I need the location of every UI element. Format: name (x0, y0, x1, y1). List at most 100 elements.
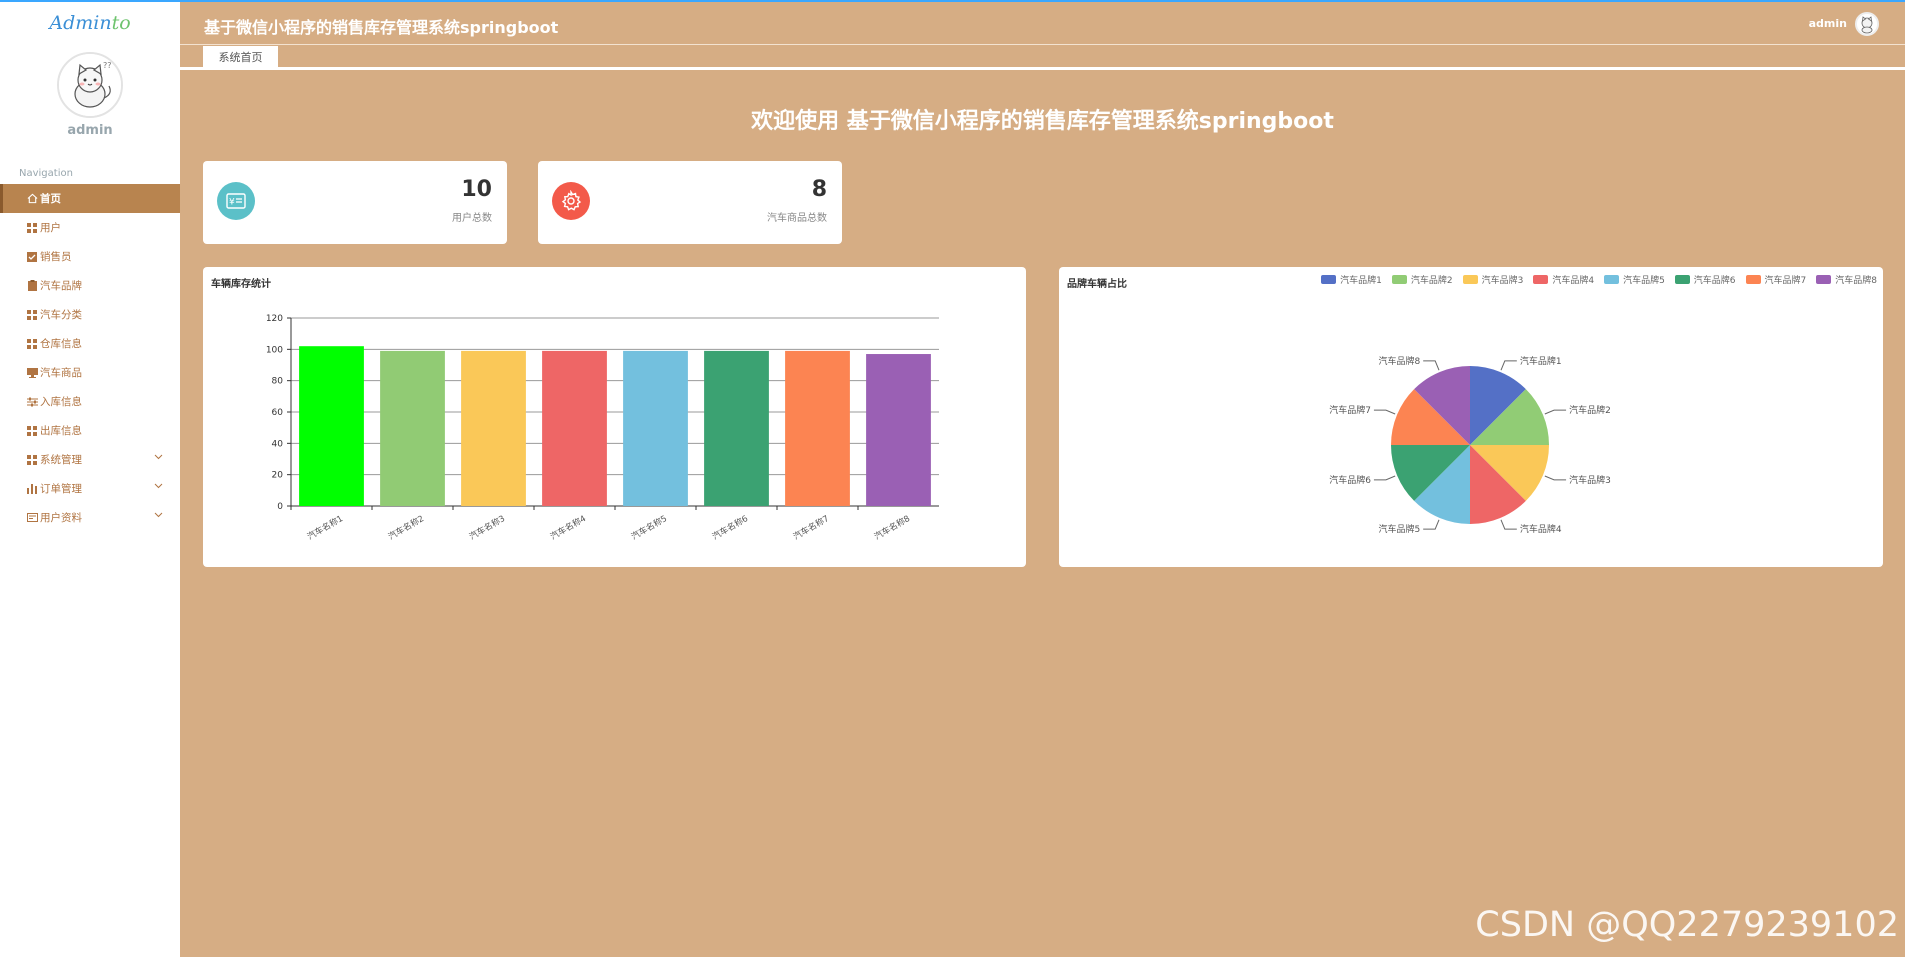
sidebar-item-car-brand[interactable]: 汽车品牌 (0, 271, 180, 300)
stat-label: 用户总数 (452, 213, 492, 224)
x-tick-label: 汽车名称8 (872, 513, 912, 542)
y-tick-label: 120 (266, 314, 283, 324)
bar-chart-icon (25, 483, 39, 494)
sidebar-item-home[interactable]: 首页 (0, 184, 180, 213)
bar (542, 350, 607, 506)
sidebar-username: admin (67, 123, 113, 138)
sliders-icon (25, 397, 39, 407)
sidebar-item-label: 系统管理 (40, 454, 82, 466)
sidebar-item-order-management[interactable]: 订单管理 (0, 474, 180, 503)
topbar: 基于微信小程序的销售库存管理系统springboot admin (180, 0, 1905, 44)
sidebar-item-label: 用户 (40, 222, 61, 234)
pie-label-line (1373, 475, 1396, 481)
pie-label: 汽车品牌6 (1329, 474, 1371, 486)
pie-label-line (1373, 409, 1396, 415)
legend-item[interactable]: 汽车品牌7 (1745, 273, 1806, 286)
topbar-avatar[interactable] (1855, 12, 1879, 36)
grid-icon (25, 454, 39, 465)
legend-swatch (1816, 275, 1832, 284)
topbar-username[interactable]: admin (1809, 17, 1847, 30)
pie-chart: 汽车品牌1 汽车品牌2 汽车品牌3 汽车品牌4 汽车品牌5 汽车品牌6 汽车品牌7 汽车品牌8 (1329, 355, 1611, 535)
pie-label: 汽车品牌8 (1378, 355, 1420, 367)
legend-swatch (1674, 275, 1690, 284)
sidebar-item-label: 首页 (40, 193, 61, 205)
bar (380, 350, 445, 506)
gear-icon (552, 182, 590, 220)
legend-label: 汽车品牌6 (1693, 276, 1736, 286)
grid-icon (25, 425, 39, 436)
app-logo[interactable]: Adminto (0, 12, 180, 34)
sidebar-item-car-products[interactable]: 汽车商品 (0, 358, 180, 387)
sidebar-item-label: 汽车商品 (40, 367, 82, 379)
sidebar-item-inbound[interactable]: 入库信息 (0, 387, 180, 416)
logo-accent: to (111, 12, 131, 34)
pie-label-line (1544, 409, 1567, 415)
legend-swatch (1321, 275, 1337, 284)
welcome-heading: 欢迎使用 基于微信小程序的销售库存管理系统springboot (751, 109, 1334, 134)
grid-icon (25, 222, 39, 233)
pie-label: 汽车品牌1 (1520, 355, 1562, 367)
sidebar-item-system-management[interactable]: 系统管理 (0, 445, 180, 474)
chart-legend: 汽车品牌1 汽车品牌2 汽车品牌3 汽车品牌4 汽车品牌5 汽车品牌6 汽车品牌7 汽车品牌8 (1321, 273, 1877, 286)
legend-item[interactable]: 汽车品牌1 (1321, 273, 1382, 286)
chart-title: 车辆库存统计 (211, 279, 271, 290)
sidebar-item-outbound[interactable]: 出库信息 (0, 416, 180, 445)
chevron-down-icon (154, 511, 163, 521)
pie-label-line (1423, 360, 1440, 371)
grid-icon (25, 309, 39, 320)
legend-swatch (1604, 275, 1620, 284)
y-tick-label: 80 (272, 377, 284, 387)
cat-avatar-icon: ?? (59, 54, 121, 116)
legend-item[interactable]: 汽车品牌6 (1674, 273, 1736, 286)
svg-text:??: ?? (103, 61, 112, 70)
tab-bar-underline (180, 67, 1905, 70)
bar (866, 354, 931, 506)
cat-avatar-icon (1857, 14, 1877, 34)
pie-label: 汽车品牌7 (1329, 404, 1371, 416)
y-tick-label: 40 (272, 439, 284, 449)
tab-system-home[interactable]: 系统首页 (203, 46, 278, 68)
watermark: CSDN @QQ2279239102 (1475, 905, 1899, 945)
pie-label: 汽车品牌2 (1569, 404, 1611, 416)
legend-item[interactable]: 汽车品牌2 (1391, 273, 1453, 286)
bar (461, 350, 526, 506)
brand-pie-chart-panel: 品牌车辆占比 汽车品牌1 汽车品牌2 汽车品牌3 汽车品牌4 汽车品牌5 汽车品牌6 汽车品… (1059, 267, 1883, 567)
pie-label-line (1500, 360, 1517, 371)
chevron-down-icon (154, 482, 163, 492)
sidebar-item-warehouse[interactable]: 仓库信息 (0, 329, 180, 358)
sidebar-item-user-profile[interactable]: 用户资料 (0, 503, 180, 532)
legend-label: 汽车品牌8 (1835, 276, 1877, 286)
avatar[interactable]: ?? (57, 52, 123, 118)
id-card-icon (25, 513, 39, 522)
pie-label: 汽车品牌4 (1520, 523, 1562, 535)
legend-item[interactable]: 汽车品牌3 (1462, 273, 1524, 286)
chart-title: 品牌车辆占比 (1067, 279, 1127, 290)
legend-item[interactable]: 汽车品牌5 (1604, 273, 1665, 286)
legend-swatch (1462, 275, 1478, 284)
clipboard-icon (25, 280, 39, 291)
sidebar-item-label: 汽车品牌 (40, 280, 82, 292)
sidebar-item-salesperson[interactable]: 销售员 (0, 242, 180, 271)
legend-label: 汽车品牌3 (1481, 276, 1524, 286)
legend-label: 汽车品牌1 (1340, 276, 1382, 286)
legend-swatch (1391, 275, 1407, 284)
pie-label: 汽车品牌5 (1378, 523, 1420, 535)
legend-swatch (1745, 275, 1761, 284)
sidebar-item-users[interactable]: 用户 (0, 213, 180, 242)
y-tick-label: 0 (277, 502, 283, 512)
y-tick-label: 100 (266, 345, 283, 355)
system-title: 基于微信小程序的销售库存管理系统springboot (204, 18, 559, 37)
bar (299, 346, 364, 506)
x-tick-label: 汽车名称3 (467, 513, 507, 542)
x-tick-label: 汽车名称2 (386, 513, 426, 542)
legend-item[interactable]: 汽车品牌8 (1816, 273, 1877, 286)
legend-item[interactable]: 汽车品牌4 (1533, 273, 1594, 286)
sidebar: Adminto ?? admin Navigation 首页 用户 销售员 汽车… (0, 0, 180, 957)
nav-section-title: Navigation (19, 168, 73, 179)
pie-label: 汽车品牌3 (1569, 474, 1611, 486)
legend-label: 汽车品牌2 (1410, 276, 1453, 286)
sidebar-item-car-category[interactable]: 汽车分类 (0, 300, 180, 329)
legend-label: 汽车品牌4 (1552, 276, 1595, 286)
bar (704, 350, 769, 506)
stat-value: 10 (461, 177, 492, 202)
